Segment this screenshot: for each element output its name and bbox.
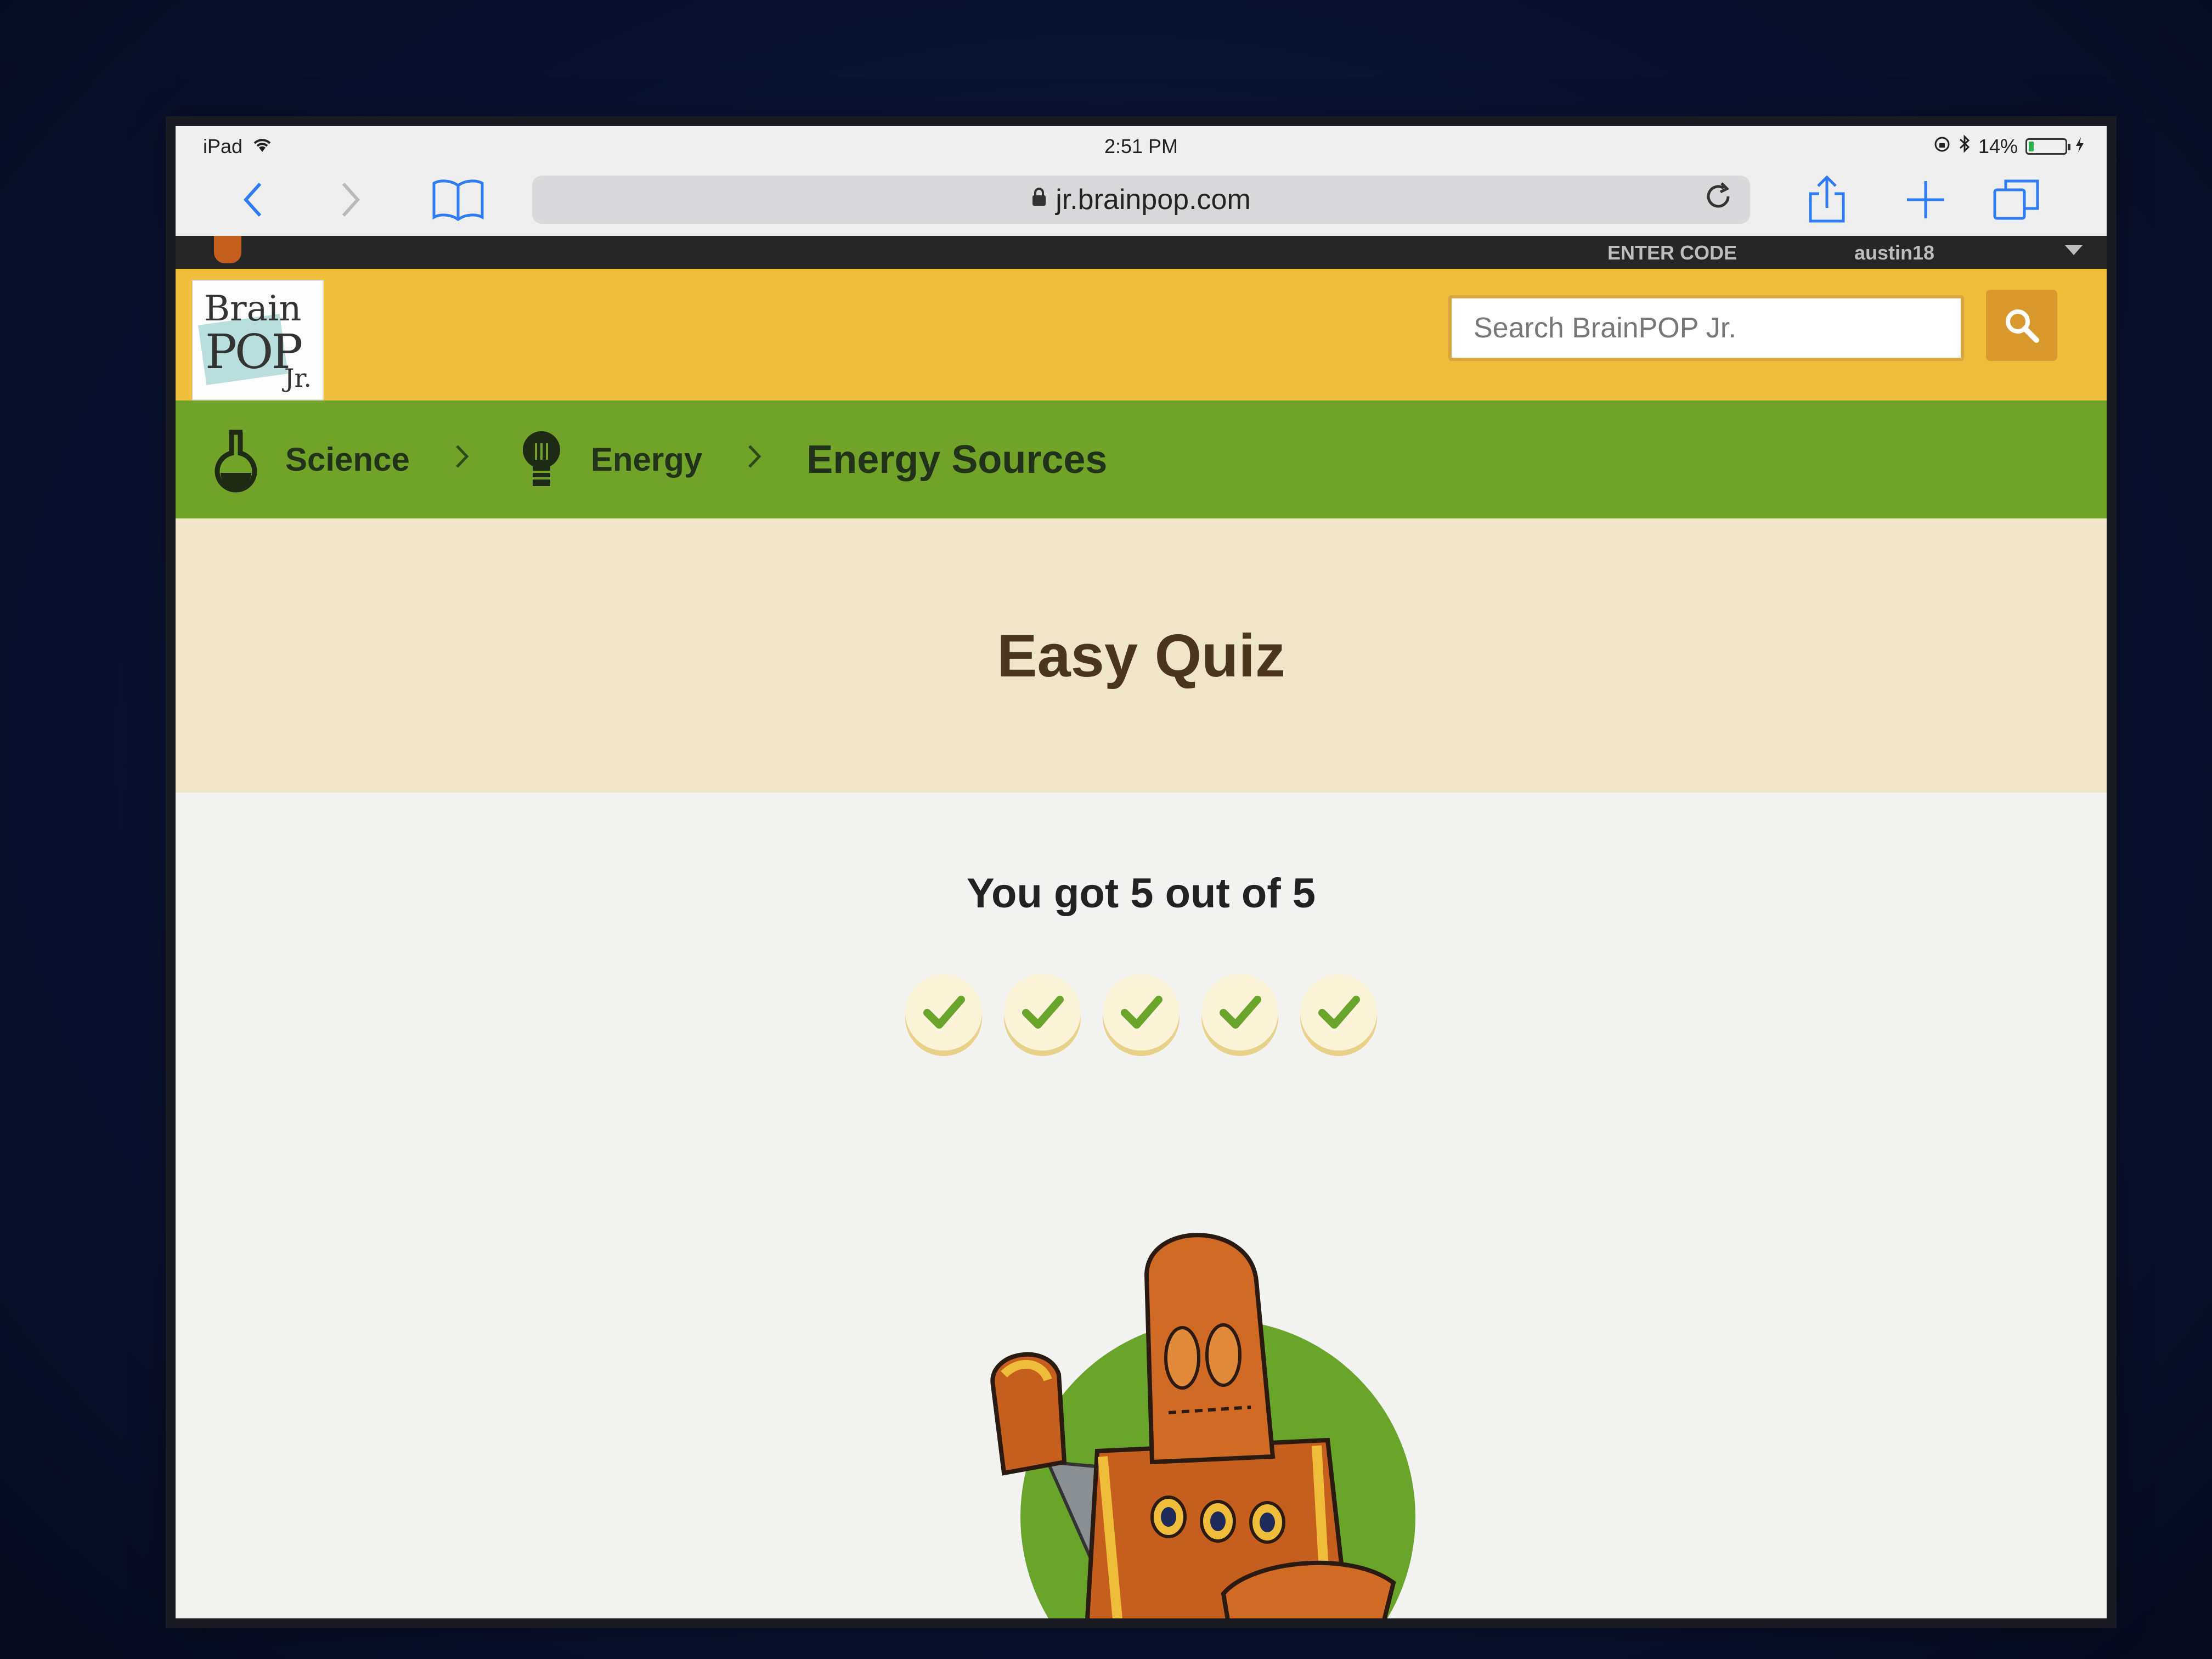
back-button[interactable] bbox=[230, 178, 274, 222]
battery-level bbox=[2029, 141, 2034, 151]
site-top-bar: ENTER CODE austin18 bbox=[176, 236, 2107, 269]
address-bar[interactable]: jr.brainpop.com bbox=[532, 176, 1750, 224]
battery-icon bbox=[2025, 138, 2070, 155]
checkmark-icon bbox=[1121, 996, 1163, 1029]
breadcrumb-label: Energy bbox=[590, 441, 703, 478]
mascot-eye bbox=[1205, 1323, 1242, 1387]
answer-check bbox=[1201, 974, 1278, 1051]
ipad-screen: iPad 2:51 PM 14% jr.brainpop.com ENTER C… bbox=[176, 126, 2107, 1618]
answer-check bbox=[1300, 974, 1377, 1051]
chevron-right-icon bbox=[342, 182, 360, 217]
breadcrumb-label: Energy Sources bbox=[806, 437, 1108, 482]
lock-icon bbox=[1031, 187, 1047, 212]
status-right: 14% bbox=[1933, 134, 2085, 159]
breadcrumb: Science Energy Energy Sources bbox=[176, 400, 2107, 518]
chevron-down-icon[interactable] bbox=[2063, 240, 2085, 263]
logo-line-3: Jr. bbox=[284, 363, 312, 393]
breadcrumb-label: Science bbox=[285, 441, 410, 478]
score-text: You got 5 out of 5 bbox=[966, 870, 1316, 917]
browser-toolbar: jr.brainpop.com bbox=[176, 165, 2107, 237]
quiz-header: Easy Quiz bbox=[176, 518, 2107, 793]
search-button[interactable] bbox=[1986, 290, 2057, 361]
charging-icon bbox=[2075, 135, 2085, 158]
checkmark-icon bbox=[1318, 996, 1360, 1029]
reload-button[interactable] bbox=[1703, 181, 1734, 219]
logo-line-1: Brain bbox=[204, 289, 302, 329]
forward-button[interactable] bbox=[329, 178, 373, 222]
moby-robot-icon bbox=[214, 236, 241, 263]
answer-check bbox=[1103, 974, 1180, 1051]
bluetooth-icon bbox=[1959, 134, 1971, 159]
battery-percent: 14% bbox=[1978, 134, 2018, 157]
answer-check bbox=[1004, 974, 1081, 1051]
flask-icon bbox=[208, 427, 263, 493]
checkmark-icon bbox=[1220, 996, 1261, 1029]
moby-robot-mascot bbox=[990, 1233, 1415, 1618]
breadcrumb-energy-sources: Energy Sources bbox=[806, 437, 1107, 482]
tabs-icon bbox=[1993, 179, 2039, 220]
site-header: Brain POP Jr. Search BrainPOP Jr. bbox=[176, 269, 2107, 400]
enter-code-link[interactable]: ENTER CODE bbox=[1607, 241, 1737, 264]
brainpop-jr-logo[interactable]: Brain POP Jr. bbox=[192, 280, 324, 400]
answer-results bbox=[176, 974, 2107, 1051]
mascot-button-center bbox=[1210, 1511, 1226, 1531]
mascot-button-center bbox=[1161, 1507, 1176, 1527]
checkmark-icon bbox=[1022, 996, 1064, 1029]
search-input[interactable]: Search BrainPOP Jr. bbox=[1448, 295, 1964, 361]
chevron-right-icon bbox=[454, 442, 470, 477]
username-link[interactable]: austin18 bbox=[1854, 241, 1934, 264]
share-button[interactable] bbox=[1799, 175, 1854, 223]
url-text: jr.brainpop.com bbox=[1056, 184, 1251, 216]
checkmark-icon bbox=[923, 996, 965, 1029]
breadcrumb-energy[interactable]: Energy bbox=[514, 427, 702, 493]
book-icon bbox=[432, 179, 484, 222]
quiz-result: You got 5 out of 5 bbox=[176, 793, 2107, 1618]
rotation-lock-icon bbox=[1933, 135, 1951, 158]
page-title: Easy Quiz bbox=[997, 622, 1285, 690]
mascot-button-center bbox=[1260, 1513, 1275, 1532]
tabs-button[interactable] bbox=[1986, 178, 2046, 222]
mascot-eye bbox=[1164, 1326, 1200, 1390]
new-tab-button[interactable] bbox=[1898, 178, 1953, 222]
status-bar: iPad 2:51 PM 14% bbox=[176, 126, 2107, 165]
plus-icon bbox=[1907, 181, 1944, 218]
search-icon bbox=[2006, 309, 2039, 343]
bookmarks-button[interactable] bbox=[428, 178, 488, 222]
chevron-right-icon bbox=[746, 442, 763, 477]
chevron-left-icon bbox=[243, 182, 262, 217]
status-time: 2:51 PM bbox=[1104, 135, 1178, 157]
breadcrumb-science[interactable]: Science bbox=[208, 427, 410, 493]
share-icon bbox=[1809, 175, 1845, 223]
reload-icon bbox=[1707, 182, 1730, 208]
search-placeholder: Search BrainPOP Jr. bbox=[1474, 312, 1736, 344]
lightbulb-icon bbox=[514, 427, 569, 493]
answer-check bbox=[905, 974, 982, 1051]
